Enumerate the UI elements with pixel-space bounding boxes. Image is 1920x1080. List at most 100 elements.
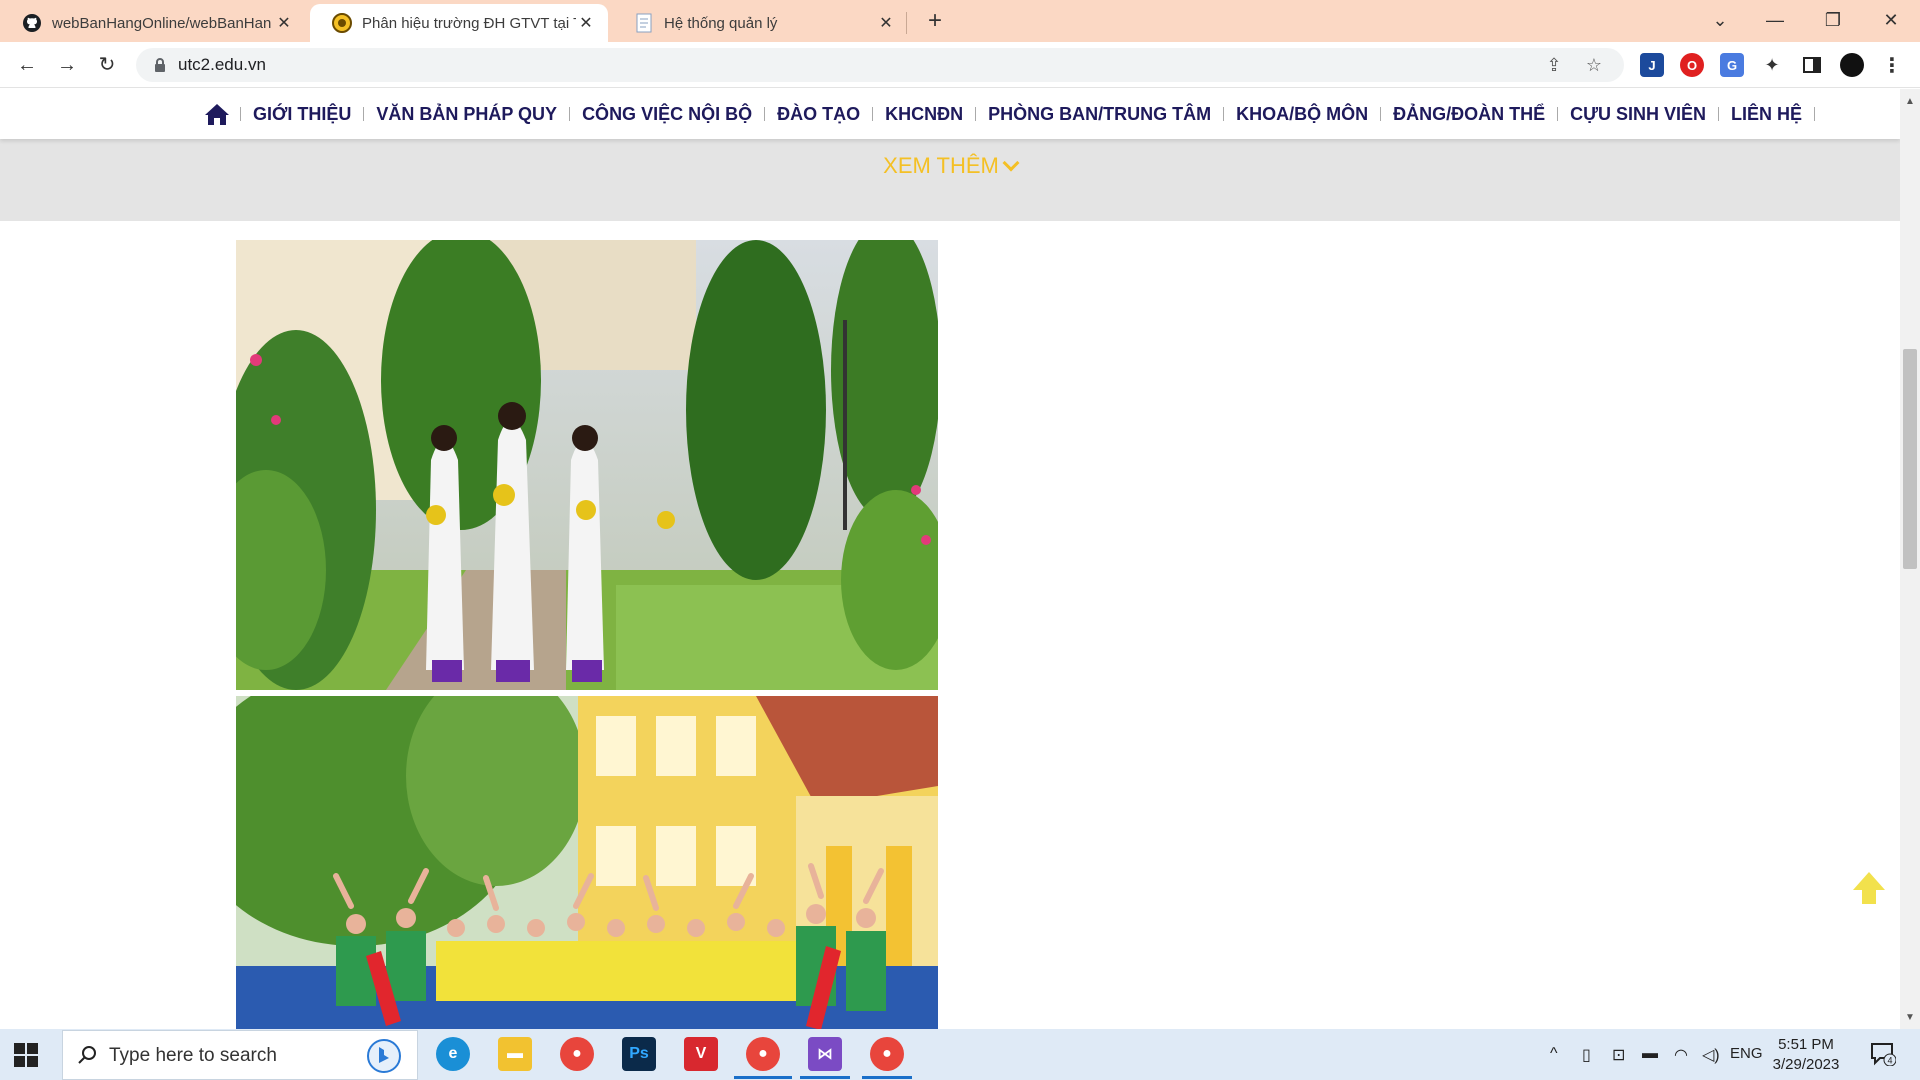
bing-icon[interactable] xyxy=(367,1039,401,1073)
browser-tab-strip: webBanHangOnline/webBanHan ✕ Phân hiệu t… xyxy=(0,0,1920,42)
network-monitor-icon[interactable]: ⊡ xyxy=(1612,1045,1625,1065)
back-to-top-icon[interactable] xyxy=(1851,870,1887,906)
photoshop-icon[interactable]: Ps xyxy=(622,1037,656,1071)
running-app-indicator xyxy=(862,1076,912,1079)
taskbar-search-box[interactable]: Type here to search xyxy=(62,1030,418,1080)
tab-title: webBanHangOnline/webBanHan xyxy=(52,14,272,32)
nav-cuu-sinh-vien[interactable]: CỰU SINH VIÊN xyxy=(1562,104,1714,125)
nav-divider xyxy=(363,107,365,121)
puzzle-icon[interactable]: ✦ xyxy=(1760,53,1784,77)
tab-github[interactable]: webBanHangOnline/webBanHan ✕ xyxy=(0,4,306,42)
device-icon[interactable]: ▯ xyxy=(1582,1045,1591,1065)
bookmark-star-icon[interactable]: ☆ xyxy=(1582,53,1606,77)
nav-khoa-bo-mon[interactable]: KHOA/BỘ MÔN xyxy=(1228,104,1376,125)
nav-dao-tao[interactable]: ĐÀO TẠO xyxy=(769,104,868,125)
nav-gioi-thieu[interactable]: GIỚI THIỆU xyxy=(245,104,359,125)
browser-toolbar: ← → ↻ utc2.edu.vn ⇪ ☆ J O G ✦ ⋮ xyxy=(0,42,1920,88)
nav-phong-ban[interactable]: PHÒNG BAN/TRUNG TÂM xyxy=(980,104,1219,125)
web-page: GIỚI THIỆU VĂN BẢN PHÁP QUY CÔNG VIỆC NỘ… xyxy=(0,89,1900,1029)
more-band: XEM THÊM xyxy=(0,139,1900,221)
volume-icon[interactable]: ◁) xyxy=(1702,1045,1720,1065)
document-icon xyxy=(634,13,654,33)
translate-extension-icon[interactable]: G xyxy=(1720,53,1744,77)
nav-lien-he[interactable]: LIÊN HỆ xyxy=(1723,104,1810,125)
campus-photo-ao-dai xyxy=(236,240,938,690)
nav-divider xyxy=(872,107,874,121)
github-icon xyxy=(22,13,42,33)
close-icon[interactable]: ✕ xyxy=(274,13,294,33)
tab-search-icon[interactable]: ⌄ xyxy=(1695,4,1745,36)
notification-count: 4 xyxy=(1887,1056,1892,1066)
nav-divider xyxy=(975,107,977,121)
edge-icon[interactable]: e xyxy=(436,1037,470,1071)
running-app-indicator xyxy=(800,1076,850,1079)
tab-title: Phân hiệu trường ĐH GTVT tại TP xyxy=(362,14,576,32)
back-button[interactable]: ← xyxy=(12,50,42,80)
home-icon[interactable] xyxy=(204,102,230,126)
nav-divider xyxy=(569,107,571,121)
nav-divider xyxy=(1718,107,1720,121)
lock-icon[interactable] xyxy=(152,57,168,73)
reload-button[interactable]: ↻ xyxy=(92,50,122,80)
search-icon xyxy=(78,1046,96,1064)
nav-divider xyxy=(1814,107,1816,121)
utc-logo-icon xyxy=(332,13,352,33)
forward-button[interactable]: → xyxy=(52,50,82,80)
extension-opera-icon[interactable]: O xyxy=(1680,53,1704,77)
notification-center-icon[interactable]: 4 xyxy=(1870,1042,1896,1066)
active-app-indicator xyxy=(734,1076,792,1079)
see-more-label[interactable]: XEM THÊM xyxy=(883,153,999,178)
chrome-profile-icon[interactable]: ● xyxy=(870,1037,904,1071)
nav-khcndn[interactable]: KHCNĐN xyxy=(877,104,971,125)
scrollbar-thumb[interactable] xyxy=(1903,349,1917,569)
nav-divider xyxy=(1557,107,1559,121)
chrome-icon[interactable]: ● xyxy=(560,1037,594,1071)
close-window-button[interactable]: ✕ xyxy=(1866,4,1916,36)
nav-divider xyxy=(1380,107,1382,121)
nav-divider xyxy=(764,107,766,121)
restore-button[interactable]: ❐ xyxy=(1808,4,1858,36)
address-bar[interactable]: utc2.edu.vn ⇪ ☆ xyxy=(136,48,1624,82)
search-placeholder[interactable]: Type here to search xyxy=(109,1045,277,1067)
new-tab-button[interactable]: + xyxy=(920,6,950,36)
language-indicator[interactable]: ENG xyxy=(1730,1045,1763,1062)
campus-photo-group xyxy=(236,696,938,1029)
page-scrollbar[interactable]: ▲ ▼ xyxy=(1900,89,1920,1029)
close-icon[interactable]: ✕ xyxy=(876,13,896,33)
tab-management[interactable]: Hệ thống quản lý ✕ xyxy=(612,4,908,42)
vsco-v-icon[interactable]: V xyxy=(684,1037,718,1071)
extension-j-icon[interactable]: J xyxy=(1640,53,1664,77)
share-icon[interactable]: ⇪ xyxy=(1542,53,1566,77)
windows-taskbar: Type here to search e ▬ ● Ps V ● ⋈ ● ^ ▯… xyxy=(0,1029,1920,1080)
avatar[interactable] xyxy=(1840,53,1864,77)
show-hidden-icons-icon[interactable]: ^ xyxy=(1550,1045,1558,1063)
see-more-link[interactable]: XEM THÊM xyxy=(0,153,1900,179)
system-clock[interactable]: 5:51 PM 3/29/2023 xyxy=(1766,1035,1846,1075)
minimize-button[interactable]: — xyxy=(1750,4,1800,36)
menu-kebab-icon[interactable]: ⋮ xyxy=(1880,53,1904,77)
close-icon[interactable]: ✕ xyxy=(576,13,596,33)
clock-time: 5:51 PM xyxy=(1778,1036,1834,1053)
nav-divider xyxy=(240,107,241,121)
tab-title: Hệ thống quản lý xyxy=(664,14,778,32)
chevron-down-icon[interactable] xyxy=(1002,154,1020,172)
scroll-down-arrow-icon[interactable]: ▼ xyxy=(1905,1013,1915,1023)
windows-start-icon[interactable] xyxy=(14,1043,38,1067)
file-explorer-icon[interactable]: ▬ xyxy=(498,1037,532,1071)
wifi-icon[interactable]: ◠ xyxy=(1674,1045,1688,1065)
tab-divider xyxy=(906,12,907,34)
nav-cong-viec-noi-bo[interactable]: CÔNG VIỆC NỘI BỘ xyxy=(574,104,760,125)
chrome-active-icon[interactable]: ● xyxy=(746,1037,780,1071)
site-navigation: GIỚI THIỆU VĂN BẢN PHÁP QUY CÔNG VIỆC NỘ… xyxy=(0,89,1900,139)
nav-divider xyxy=(1223,107,1225,121)
nav-van-ban-phap-quy[interactable]: VĂN BẢN PHÁP QUY xyxy=(368,104,565,125)
url-text[interactable]: utc2.edu.vn xyxy=(178,55,266,75)
screen: webBanHangOnline/webBanHan ✕ Phân hiệu t… xyxy=(0,0,1920,1080)
battery-icon[interactable]: ▬ xyxy=(1642,1045,1658,1063)
side-panel-icon[interactable] xyxy=(1800,53,1824,77)
clock-date: 3/29/2023 xyxy=(1772,1056,1840,1073)
tab-utc2[interactable]: Phân hiệu trường ĐH GTVT tại TP ✕ xyxy=(310,4,608,42)
visual-studio-icon[interactable]: ⋈ xyxy=(808,1037,842,1071)
scroll-up-arrow-icon[interactable]: ▲ xyxy=(1905,97,1915,107)
nav-dang-doan-the[interactable]: ĐẢNG/ĐOÀN THỂ xyxy=(1385,104,1553,125)
